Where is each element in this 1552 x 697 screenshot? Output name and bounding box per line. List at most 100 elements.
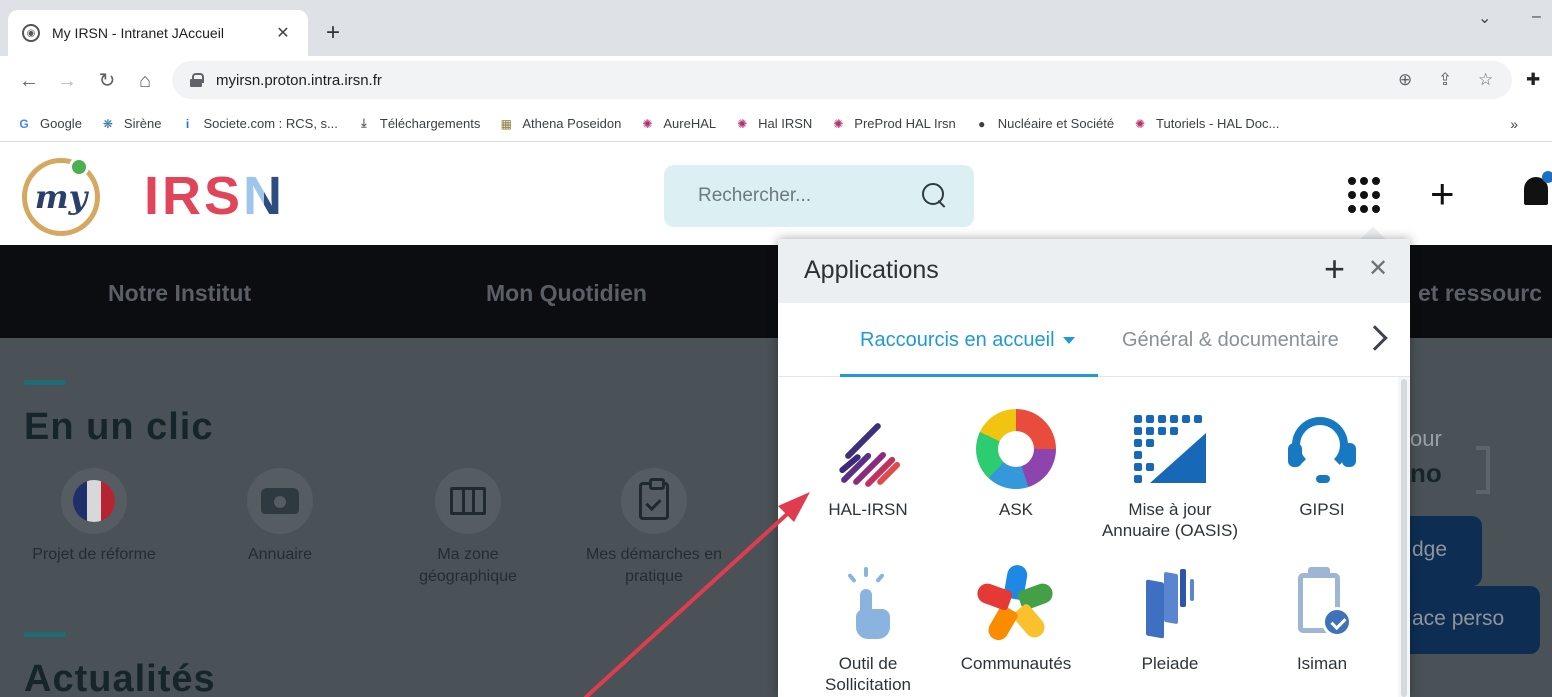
app-oasis[interactable]: Mise à jour Annuaire (OASIS) — [1096, 409, 1244, 541]
address-url: myirsn.proton.intra.irsn.fr — [216, 71, 382, 89]
apps-grid-icon[interactable] — [1348, 177, 1386, 215]
app-isiman[interactable]: Isiman — [1248, 563, 1396, 674]
bookmark-item[interactable]: ● Nucléaire et Société — [974, 116, 1114, 132]
tab-search-chevron-icon[interactable]: ⌄ — [1478, 8, 1491, 28]
hal-icon: ✺ — [833, 116, 844, 131]
section-title-news: Actualités — [24, 658, 216, 697]
notification-bell-icon[interactable] — [1518, 171, 1552, 217]
phone-icon — [247, 468, 313, 534]
espace-perso-button[interactable]: ace perso — [1400, 586, 1540, 654]
bookmark-item[interactable]: ✺ Tutoriels - HAL Doc... — [1132, 116, 1279, 132]
brand-last-letter: N — [243, 166, 286, 226]
download-icon: ⤓ — [361, 116, 367, 130]
google-icon: G — [19, 116, 29, 131]
site-favicon-icon: ◉ — [22, 24, 40, 42]
site-header: my IRSN Rechercher... + — [0, 143, 1552, 245]
app-label: Mise à jour Annuaire (OASIS) — [1101, 500, 1239, 540]
app-communautes[interactable]: Communautés — [942, 563, 1090, 674]
right-panel-text-pour: our — [1410, 426, 1442, 451]
bookmark-label: Hal IRSN — [758, 116, 813, 131]
right-panel-text-nom: no — [1410, 458, 1442, 488]
app-label: Isiman — [1296, 654, 1348, 673]
search-icon[interactable] — [922, 183, 948, 209]
applications-panel-header: Applications + ✕ — [778, 239, 1410, 303]
my-logo[interactable]: my — [22, 157, 100, 236]
quick-link-demarches[interactable]: Mes démarches en pratique — [574, 468, 734, 588]
brand-text: IRS — [144, 166, 244, 226]
panel-scrollbar-thumb[interactable] — [1401, 379, 1407, 697]
oasis-icon — [1130, 409, 1210, 489]
badge-button[interactable]: dge — [1400, 516, 1482, 586]
bookmark-label: Sirène — [123, 116, 162, 131]
bookmark-label: Google — [40, 116, 82, 131]
add-plus-icon[interactable]: + — [1430, 173, 1455, 215]
irsn-brand-logo[interactable]: IRSN — [144, 165, 285, 227]
nav-notre-institut[interactable]: Notre Institut — [108, 280, 251, 307]
quick-link-label: Ma zone géographique — [419, 546, 517, 585]
hal-icon: ✺ — [642, 116, 653, 131]
tab-raccourcis[interactable]: Raccourcis en accueil — [860, 329, 1075, 352]
site-search-input[interactable]: Rechercher... — [664, 165, 974, 227]
notification-badge — [1542, 171, 1552, 183]
communities-icon — [974, 563, 1056, 644]
hal-icon: ✺ — [737, 116, 748, 131]
flag-icon — [61, 468, 127, 534]
bookmark-item[interactable]: ▦ Athena Poseidon — [498, 116, 622, 132]
app-label: HAL-IRSN — [828, 500, 908, 519]
bookmark-label: Societe.com : RCS, s... — [203, 116, 338, 131]
lock-icon[interactable] — [190, 73, 204, 87]
screen: ◉ My IRSN - Intranet JAccueil ✕ + ⌄ – ← … — [0, 0, 1552, 697]
add-application-icon[interactable]: + — [1324, 251, 1345, 287]
bookmark-item[interactable]: ⤓ Téléchargements — [356, 116, 480, 132]
tab-title: My IRSN - Intranet JAccueil — [52, 25, 224, 41]
info-icon: i — [185, 116, 190, 131]
tab-raccourcis-label: Raccourcis en accueil — [860, 329, 1055, 351]
app-pleiade[interactable]: Pleiade — [1096, 563, 1244, 674]
app-hal-irsn[interactable]: HAL-IRSN — [794, 409, 942, 520]
ask-icon — [976, 409, 1056, 489]
quick-link-reforme[interactable]: Projet de réforme — [14, 468, 174, 566]
app-gipsi[interactable]: GIPSI — [1248, 409, 1396, 520]
logo-text: my — [34, 178, 88, 216]
tab-general-documentaire[interactable]: Général & documentaire — [1122, 329, 1350, 352]
address-bar[interactable]: myirsn.proton.intra.irsn.fr — [172, 61, 1512, 99]
bookmark-item[interactable]: ✺ AureHAL — [639, 116, 716, 132]
minimize-window-icon[interactable]: – — [1532, 8, 1541, 26]
browser-tab[interactable]: ◉ My IRSN - Intranet JAccueil ✕ — [8, 10, 308, 56]
home-icon[interactable]: ⌂ — [132, 68, 158, 94]
tab-close-icon[interactable]: ✕ — [272, 23, 294, 43]
athena-icon: ▦ — [500, 116, 512, 131]
applications-tabs: Raccourcis en accueil Général & document… — [778, 303, 1410, 377]
bookmark-star-icon[interactable]: ☆ — [1478, 70, 1493, 90]
bookmark-item[interactable]: i Societe.com : RCS, s... — [180, 116, 338, 132]
bookmark-item[interactable]: ✺ PreProd HAL Irsn — [830, 116, 955, 132]
bracket-decoration — [1476, 446, 1490, 494]
app-label: Pleiade — [1141, 654, 1199, 673]
globe-icon: ● — [978, 116, 986, 131]
quick-link-zone[interactable]: Ma zone géographique — [388, 468, 548, 588]
app-outil-sollicitation[interactable]: Outil de Sollicitation — [794, 563, 942, 695]
back-arrow-icon[interactable]: ← — [16, 68, 42, 94]
nav-ressources[interactable]: et ressourc — [1418, 280, 1542, 307]
close-icon[interactable]: ✕ — [1368, 257, 1388, 281]
app-label: Outil de Sollicitation — [825, 654, 911, 694]
nav-mon-quotidien[interactable]: Mon Quotidien — [486, 280, 647, 307]
reload-icon[interactable]: ↻ — [94, 68, 120, 94]
search-placeholder: Rechercher... — [698, 185, 811, 206]
zoom-icon[interactable]: ⊕ — [1398, 70, 1412, 90]
app-ask[interactable]: ASK — [942, 409, 1090, 520]
bookmark-item[interactable]: ❋ Sirène — [100, 116, 162, 132]
forward-arrow-icon[interactable]: → — [54, 68, 80, 94]
quick-link-annuaire[interactable]: Annuaire — [200, 468, 360, 566]
bookmark-label: Tutoriels - HAL Doc... — [1156, 116, 1280, 131]
bookmarks-bar: G Google ❋ Sirène i Societe.com : RCS, s... ⤓ T… — [0, 106, 1552, 142]
extensions-puzzle-icon[interactable]: ✚ — [1526, 70, 1540, 90]
bookmark-label: Athena Poseidon — [522, 116, 622, 131]
more-bookmarks-icon[interactable]: » — [1510, 116, 1518, 132]
new-tab-button[interactable]: + — [318, 18, 348, 48]
share-icon[interactable]: ⇪ — [1438, 70, 1452, 90]
bookmark-item[interactable]: ✺ Hal IRSN — [734, 116, 812, 132]
hal-icon: ✺ — [1135, 116, 1146, 131]
bookmark-item[interactable]: G Google — [16, 116, 82, 132]
bookmark-label: Nucléaire et Société — [997, 116, 1115, 131]
